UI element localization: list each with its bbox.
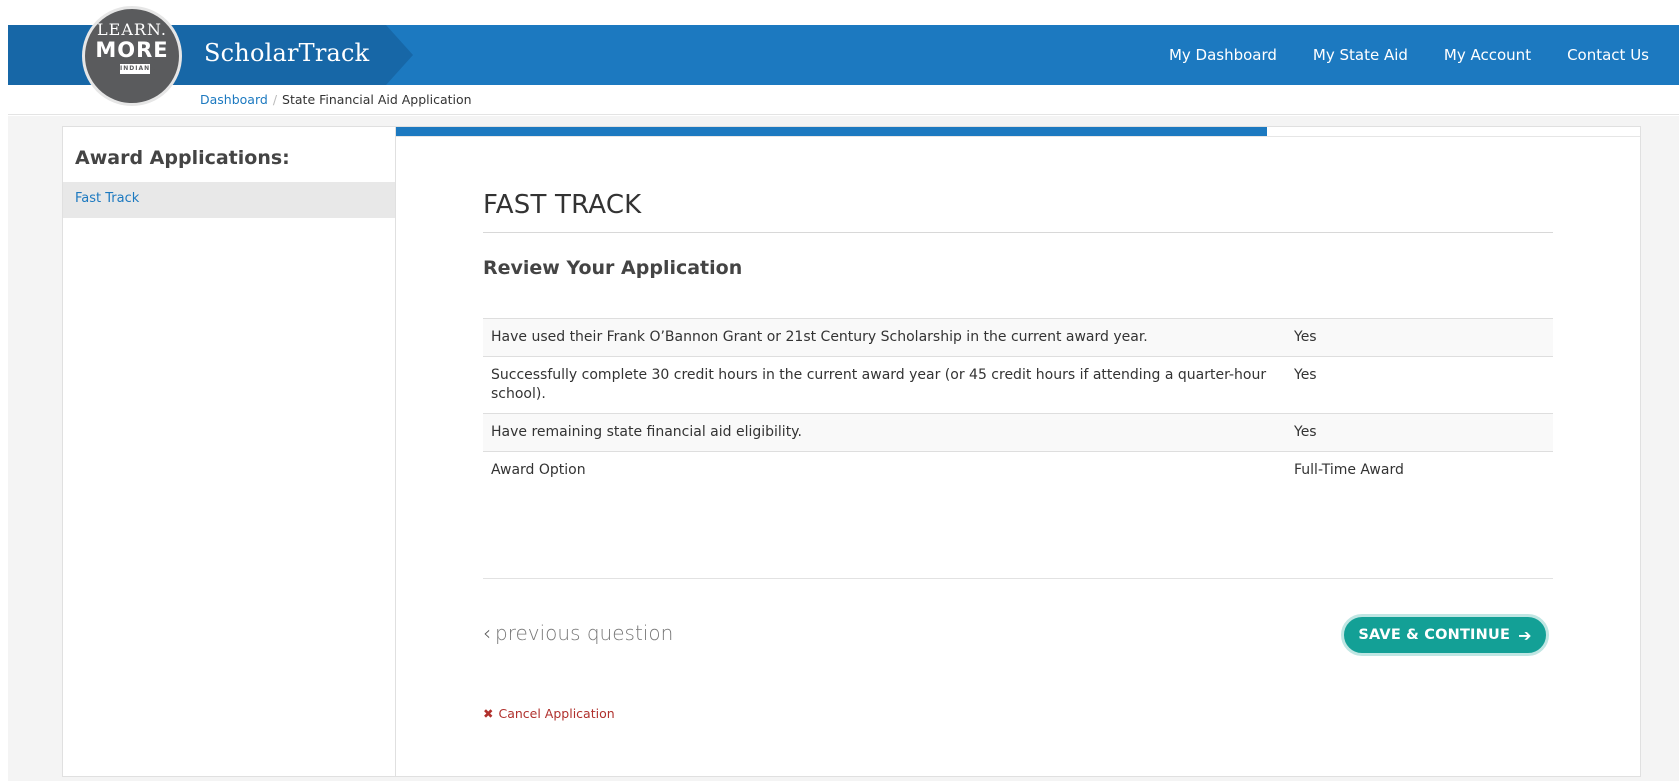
- logo-line-indiana: INDIANA: [120, 64, 156, 74]
- logo-line-more: MORE: [95, 38, 169, 62]
- cancel-application-label: Cancel Application: [498, 706, 615, 721]
- section-subtitle: Review Your Application: [483, 257, 743, 279]
- breadcrumb-separator: /: [272, 92, 278, 107]
- top-header: ScholarTrack My Dashboard My State Aid M…: [8, 25, 1679, 85]
- main-nav: My Dashboard My State Aid My Account Con…: [1133, 25, 1649, 85]
- progress-bar-fill: [396, 127, 1267, 136]
- previous-question-label: previous question: [495, 621, 674, 645]
- question-cell: Award Option: [483, 451, 1286, 489]
- save-continue-label: SAVE & CONTINUE: [1358, 627, 1511, 643]
- answer-cell: Yes: [1286, 356, 1553, 414]
- breadcrumb-current: State Financial Aid Application: [282, 92, 472, 107]
- nav-my-account[interactable]: My Account: [1444, 46, 1531, 64]
- sidebar-item-fast-track[interactable]: Fast Track: [63, 182, 397, 218]
- review-table: Have used their Frank O’Bannon Grant or …: [483, 318, 1553, 489]
- table-row: Successfully complete 30 credit hours in…: [483, 356, 1553, 414]
- answer-cell: Yes: [1286, 318, 1553, 357]
- sidebar-item-label[interactable]: Fast Track: [75, 191, 139, 206]
- previous-question-link[interactable]: ‹ previous question: [483, 621, 673, 645]
- title-divider: [483, 232, 1553, 233]
- question-cell: Have remaining state financial aid eligi…: [483, 413, 1286, 452]
- arrow-right-icon: ➔: [1518, 625, 1532, 645]
- table-row: Have remaining state financial aid eligi…: [483, 413, 1553, 452]
- sidebar: Award Applications: Fast Track: [62, 126, 415, 777]
- question-cell: Successfully complete 30 credit hours in…: [483, 356, 1286, 414]
- app-title[interactable]: ScholarTrack: [204, 39, 369, 67]
- sidebar-title: Award Applications:: [75, 147, 290, 169]
- breadcrumb-bar: Dashboard / State Financial Aid Applicatio…: [8, 85, 1679, 115]
- nav-my-dashboard[interactable]: My Dashboard: [1169, 46, 1277, 64]
- footer-divider: [483, 578, 1553, 579]
- question-cell: Have used their Frank O’Bannon Grant or …: [483, 318, 1286, 357]
- nav-my-state-aid[interactable]: My State Aid: [1313, 46, 1408, 64]
- table-row: Award Option Full-Time Award: [483, 451, 1553, 489]
- cancel-application-link[interactable]: ✖ Cancel Application: [483, 706, 615, 721]
- brand-tab: ScholarTrack: [8, 25, 413, 85]
- progress-bar: [396, 127, 1640, 137]
- close-icon: ✖: [483, 706, 494, 721]
- content-panel: FAST TRACK Review Your Application Have …: [395, 126, 1641, 777]
- breadcrumb: Dashboard / State Financial Aid Applicatio…: [200, 92, 472, 107]
- page-title: FAST TRACK: [483, 190, 642, 220]
- answer-cell: Yes: [1286, 413, 1553, 452]
- nav-contact-us[interactable]: Contact Us: [1567, 46, 1649, 64]
- breadcrumb-dashboard[interactable]: Dashboard: [200, 92, 268, 107]
- answer-cell: Full-Time Award: [1286, 451, 1553, 489]
- table-row: Have used their Frank O’Bannon Grant or …: [483, 318, 1553, 357]
- save-continue-button[interactable]: SAVE & CONTINUE ➔: [1341, 614, 1549, 656]
- logo-line-learn: LEARN.: [97, 20, 167, 39]
- chevron-left-icon: ‹: [483, 621, 491, 645]
